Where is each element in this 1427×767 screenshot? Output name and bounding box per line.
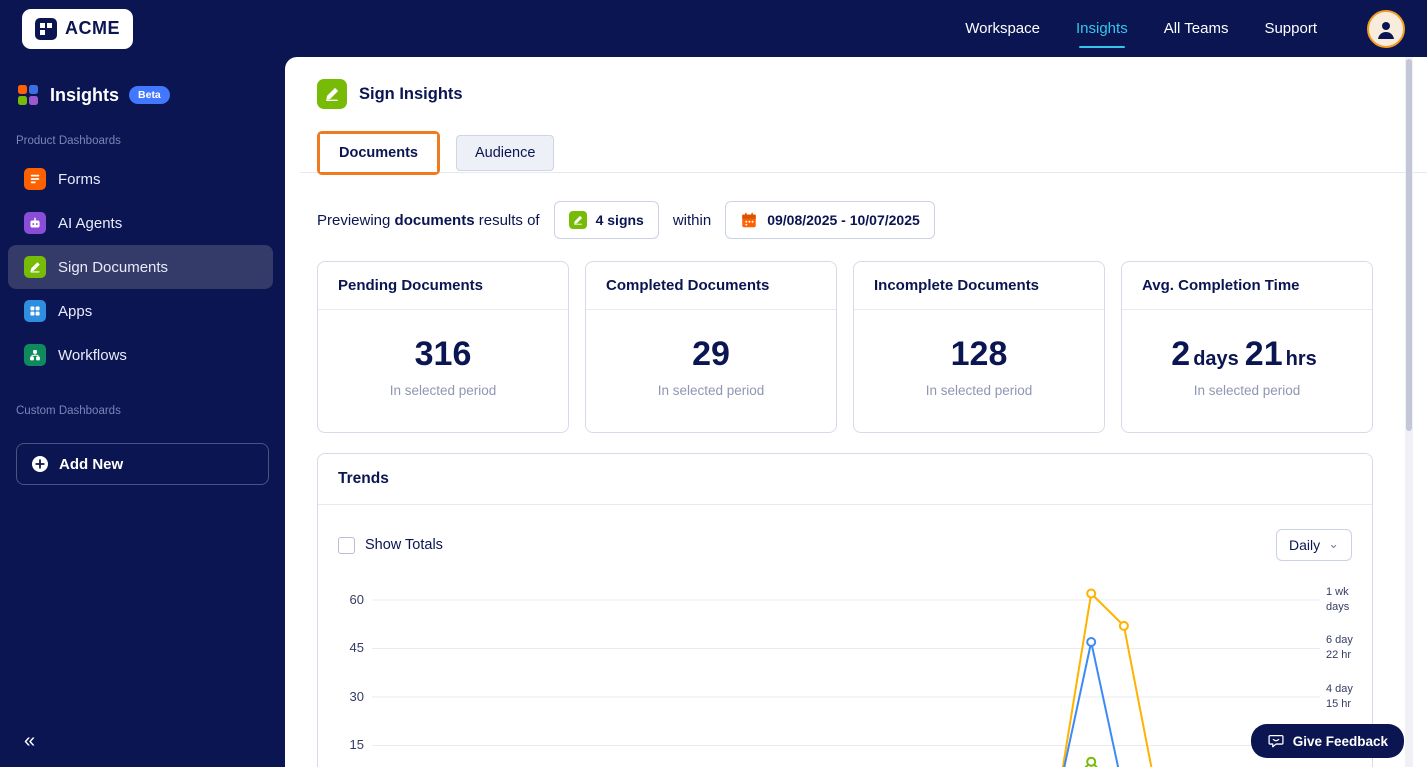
apps-icon <box>24 300 46 322</box>
chevron-down-icon: ⌄ <box>1328 537 1339 550</box>
tab-documents[interactable]: Documents <box>320 134 437 172</box>
stat-card-value: 2days21hrs <box>1130 336 1364 373</box>
filter-prefix-text: Previewing documents results of <box>317 212 540 229</box>
nav-insights[interactable]: Insights <box>1076 20 1128 37</box>
sidebar-title: Insights <box>50 85 119 106</box>
app-root: ACME Workspace Insights All Teams Suppor… <box>0 0 1427 767</box>
give-feedback-button[interactable]: Give Feedback <box>1251 724 1404 758</box>
section-label-product-dashboards: Product Dashboards <box>0 107 285 157</box>
interval-value: Daily <box>1289 537 1320 553</box>
signs-filter-label: 4 signs <box>596 212 644 228</box>
y-axis-tick: 60 <box>318 592 364 607</box>
trend-lines-svg <box>372 575 1320 767</box>
sidebar-item-label: Forms <box>58 171 101 188</box>
within-label: within <box>673 212 711 229</box>
trends-chart: 60 45 30 15 1 wkdays 6 day22 hr 4 day15 … <box>318 575 1372 767</box>
sign-documents-icon <box>24 256 46 278</box>
y-axis-tick: 30 <box>318 689 364 704</box>
person-icon <box>1374 17 1398 41</box>
page-title: Sign Insights <box>359 85 463 104</box>
date-range-label: 09/08/2025 - 10/07/2025 <box>767 212 920 228</box>
stat-card-pending-documents: Pending Documents 316 In selected period <box>317 261 569 433</box>
filter-row: Previewing documents results of 4 signs … <box>285 177 1427 239</box>
avatar[interactable] <box>1367 10 1405 48</box>
section-label-custom-dashboards: Custom Dashboards <box>0 377 285 427</box>
stat-card-value: 316 <box>326 336 560 373</box>
sidebar-header: Insights Beta <box>0 57 285 107</box>
sidebar-item-ai-agents[interactable]: AI Agents <box>8 201 273 245</box>
stat-card-value: 29 <box>594 336 828 373</box>
workflows-icon <box>24 344 46 366</box>
acme-logo[interactable]: ACME <box>22 9 133 49</box>
ai-agents-icon <box>24 212 46 234</box>
scrollbar-track[interactable] <box>1405 57 1413 767</box>
stat-card-title: Incomplete Documents <box>854 262 1104 310</box>
stat-card-caption: In selected period <box>594 383 828 398</box>
beta-badge: Beta <box>129 86 170 104</box>
nav-workspace[interactable]: Workspace <box>965 20 1040 37</box>
active-tab-highlight: Documents <box>317 131 440 175</box>
topbar: ACME Workspace Insights All Teams Suppor… <box>0 0 1427 57</box>
show-totals-toggle[interactable]: Show Totals <box>338 537 443 554</box>
trends-controls: Show Totals Daily ⌄ <box>318 505 1372 567</box>
stat-card-completed-documents: Completed Documents 29 In selected perio… <box>585 261 837 433</box>
acme-logo-icon <box>35 18 57 40</box>
sign-document-icon <box>569 211 587 229</box>
sidebar-item-sign-documents[interactable]: Sign Documents <box>8 245 273 289</box>
tab-audience[interactable]: Audience <box>456 135 554 171</box>
sidebar-item-workflows[interactable]: Workflows <box>8 333 273 377</box>
stat-card-title: Completed Documents <box>586 262 836 310</box>
add-new-button[interactable]: Add New <box>16 443 269 485</box>
stat-card-avg-completion-time: Avg. Completion Time 2days21hrs In selec… <box>1121 261 1373 433</box>
right-axis-tick: 1 wkdays <box>1326 585 1349 614</box>
feedback-bubble-icon <box>1267 732 1285 750</box>
calendar-icon <box>740 211 758 229</box>
interval-dropdown[interactable]: Daily ⌄ <box>1276 529 1352 561</box>
stat-card-caption: In selected period <box>1130 383 1364 398</box>
insights-logo-icon <box>16 83 40 107</box>
date-range-button[interactable]: 09/08/2025 - 10/07/2025 <box>725 201 935 239</box>
stat-card-caption: In selected period <box>326 383 560 398</box>
nav-support[interactable]: Support <box>1264 20 1317 37</box>
sidebar: Insights Beta Product Dashboards Forms A… <box>0 57 285 767</box>
page-header: Sign Insights <box>285 57 1427 109</box>
show-totals-checkbox[interactable] <box>338 537 355 554</box>
stat-card-value: 128 <box>862 336 1096 373</box>
collapse-sidebar-button[interactable]: « <box>24 731 35 751</box>
signs-filter-button[interactable]: 4 signs <box>554 201 659 239</box>
right-axis-tick: 6 day22 hr <box>1326 633 1353 662</box>
sign-insights-icon <box>317 79 347 109</box>
sidebar-item-apps[interactable]: Apps <box>8 289 273 333</box>
sidebar-item-label: Apps <box>58 303 92 320</box>
stat-card-incomplete-documents: Incomplete Documents 128 In selected per… <box>853 261 1105 433</box>
acme-logo-text: ACME <box>65 18 120 39</box>
tab-divider <box>300 172 1427 173</box>
sidebar-item-forms[interactable]: Forms <box>8 157 273 201</box>
stat-card-title: Avg. Completion Time <box>1122 262 1372 310</box>
trends-card: Trends Show Totals Daily ⌄ 60 45 30 15 1… <box>317 453 1373 767</box>
right-axis-tick: 4 day15 hr <box>1326 682 1353 711</box>
plus-circle-icon <box>31 455 49 473</box>
scrollbar-thumb[interactable] <box>1406 59 1412 431</box>
sidebar-item-label: AI Agents <box>58 215 122 232</box>
stat-card-title: Pending Documents <box>318 262 568 310</box>
y-axis-tick: 15 <box>318 737 364 752</box>
forms-icon <box>24 168 46 190</box>
y-axis-tick: 45 <box>318 640 364 655</box>
show-totals-label: Show Totals <box>365 537 443 553</box>
sidebar-item-label: Sign Documents <box>58 259 168 276</box>
main-content: Sign Insights Documents Audience Preview… <box>285 57 1427 767</box>
tab-bar: Documents Audience <box>285 109 1427 177</box>
top-navigation: Workspace Insights All Teams Support <box>965 10 1405 48</box>
stat-cards: Pending Documents 316 In selected period… <box>285 239 1427 433</box>
add-new-label: Add New <box>59 456 123 473</box>
feedback-label: Give Feedback <box>1293 734 1388 749</box>
sidebar-item-label: Workflows <box>58 347 127 364</box>
nav-all-teams[interactable]: All Teams <box>1164 20 1229 37</box>
trends-title: Trends <box>318 454 1372 505</box>
stat-card-caption: In selected period <box>862 383 1096 398</box>
